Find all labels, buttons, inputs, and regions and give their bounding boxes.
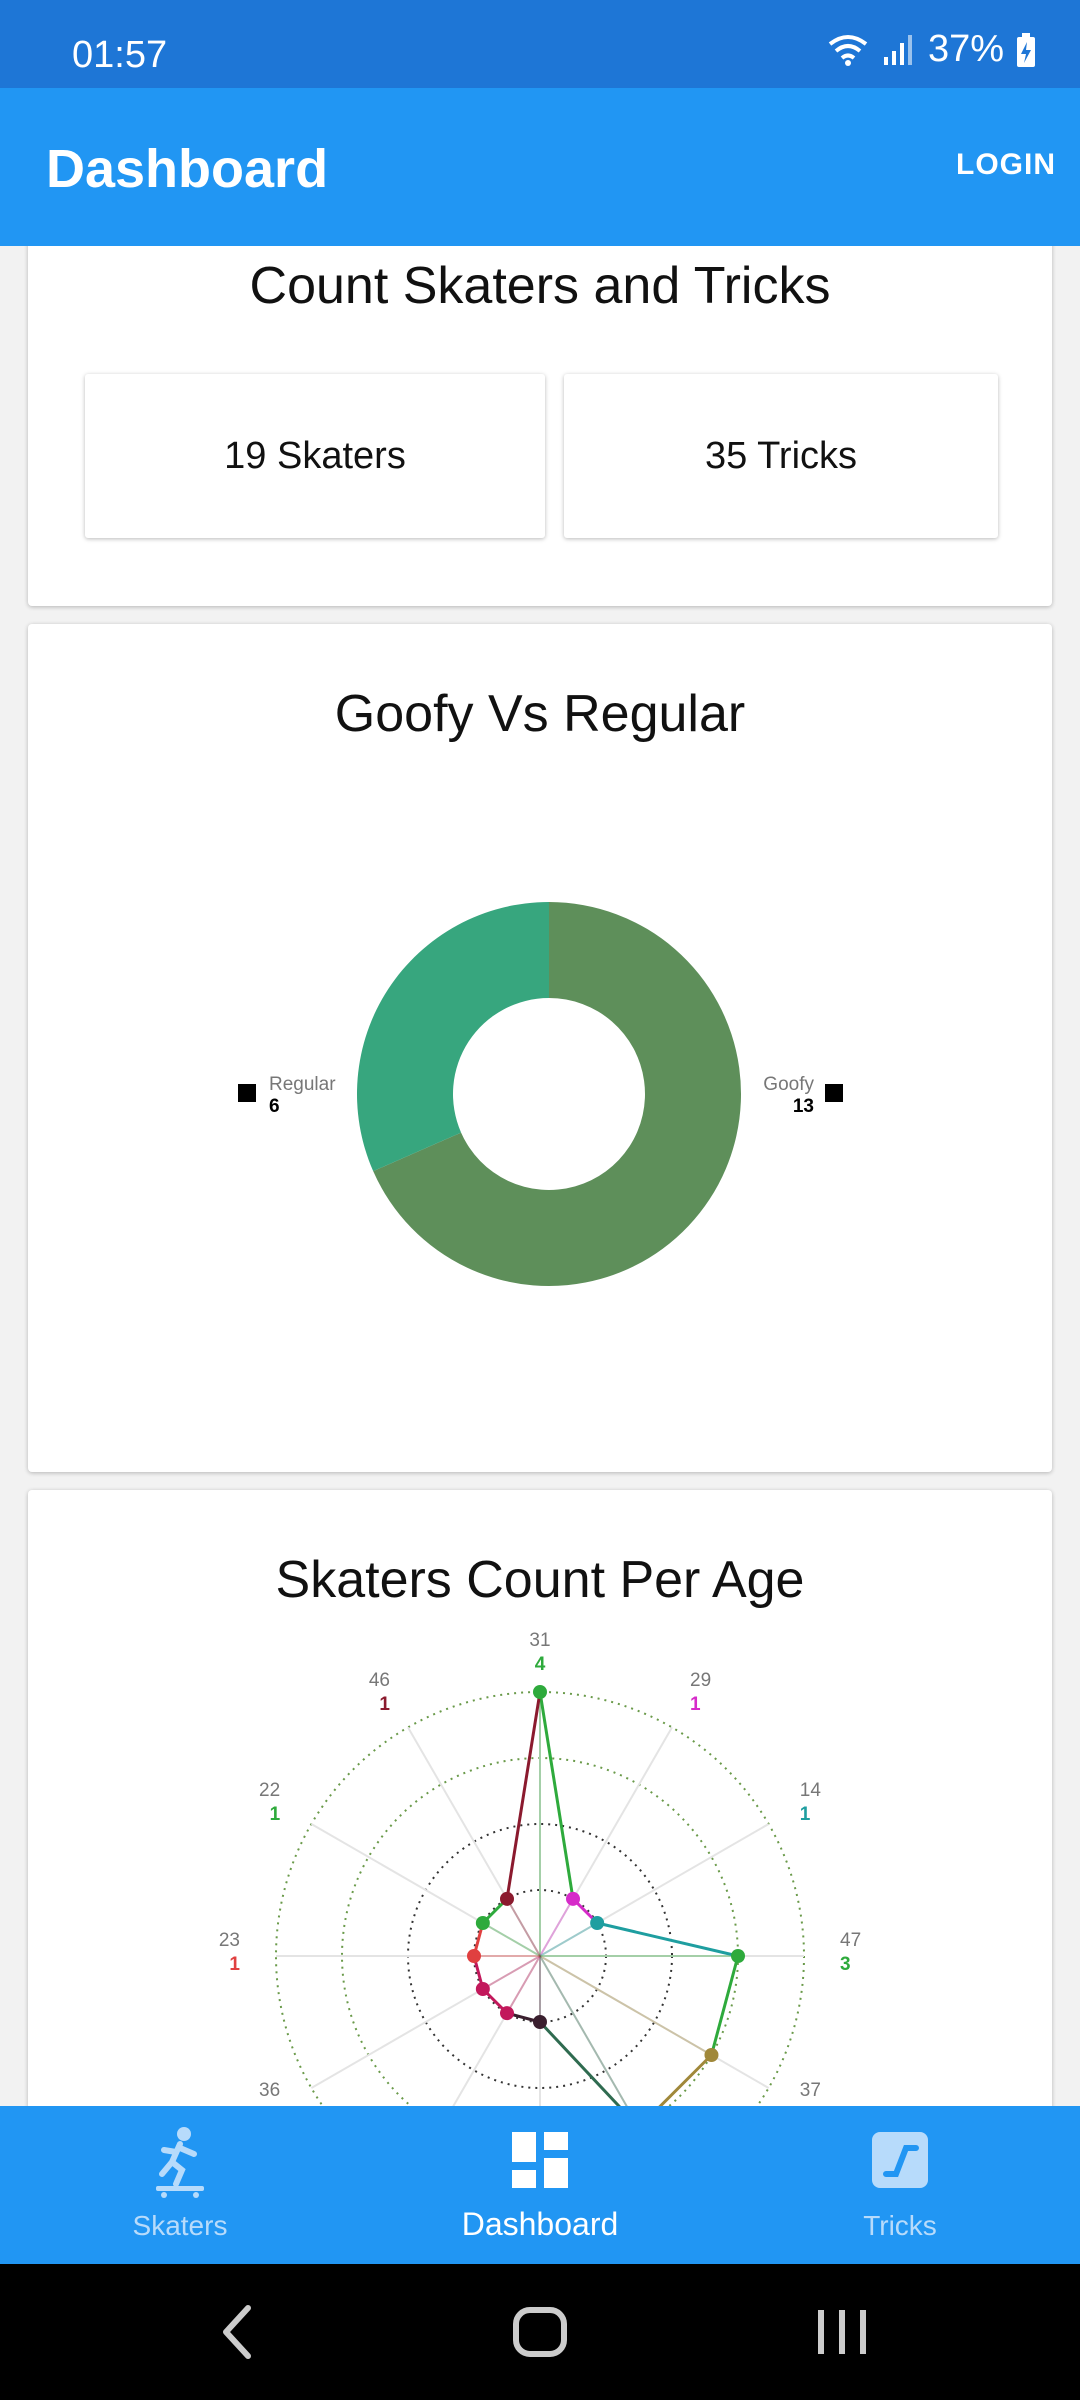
radar-ray bbox=[539, 1955, 712, 2056]
login-button[interactable]: LOGIN bbox=[956, 148, 1056, 182]
radar-age-label: 22 bbox=[259, 1780, 280, 1801]
radar-count-label: 1 bbox=[379, 1694, 390, 1715]
nav-tricks[interactable]: Tricks bbox=[720, 2106, 1080, 2264]
skaters-count-box[interactable]: 19 Skaters bbox=[85, 374, 545, 538]
legend-goofy-value: 13 bbox=[793, 1096, 814, 1117]
system-back-button[interactable] bbox=[138, 2264, 338, 2400]
radar-point-10[interactable] bbox=[475, 1916, 490, 1930]
radar-edge bbox=[538, 1691, 575, 1900]
recents-icon bbox=[818, 2310, 866, 2354]
tricks-count-box[interactable]: 35 Tricks bbox=[564, 374, 998, 538]
dashboard-content[interactable]: Count Skaters and Tricks 19 Skaters 35 T… bbox=[0, 246, 1080, 2106]
system-nav-bar bbox=[0, 2264, 1080, 2400]
radar-ray bbox=[539, 1955, 628, 2106]
radar-point-4[interactable] bbox=[704, 2048, 719, 2062]
goofy-regular-chart: Goofy13 Regular6 bbox=[238, 902, 843, 1286]
back-icon bbox=[223, 2305, 251, 2359]
radar-age-label: 29 bbox=[690, 1670, 711, 1691]
app-bar: Dashboard LOGIN bbox=[0, 88, 1080, 246]
home-icon bbox=[513, 2307, 567, 2357]
radar-point-2[interactable] bbox=[590, 1916, 605, 1930]
radar-edge bbox=[505, 1691, 542, 1900]
goofy-regular-card: Goofy Vs Regular Goofy 13 Regular 6 bbox=[28, 624, 1052, 1472]
skaters-count-label: 19 Skaters bbox=[224, 434, 406, 477]
battery-percent: 37% bbox=[927, 28, 1004, 70]
radar-age-label: 47 bbox=[840, 1930, 861, 1951]
signal-icon bbox=[883, 34, 912, 65]
radar-count-label: 3 bbox=[840, 1954, 851, 1975]
radar-edge bbox=[710, 1955, 740, 2056]
radar-point-6[interactable] bbox=[533, 2015, 547, 2029]
radar-point-3[interactable] bbox=[731, 1949, 745, 1963]
radar-edge bbox=[596, 1921, 739, 1958]
radar-count-label: 1 bbox=[800, 1804, 811, 1825]
skateboarder-icon bbox=[156, 2127, 204, 2198]
tricks-count-label: 35 Tricks bbox=[704, 434, 858, 477]
radar-point-1[interactable] bbox=[566, 1891, 580, 1906]
nav-tricks-label: Tricks bbox=[863, 2210, 937, 2241]
radar-count-label: 1 bbox=[270, 1804, 281, 1825]
radar-point-0[interactable] bbox=[533, 1685, 547, 1699]
count-card: Count Skaters and Tricks 19 Skaters 35 T… bbox=[28, 246, 1052, 606]
battery-charging-icon bbox=[1017, 32, 1035, 67]
status-icons: 37% bbox=[826, 28, 1036, 71]
radar-count-label: 4 bbox=[535, 1654, 546, 1675]
radar-spoke bbox=[452, 1955, 541, 2106]
system-home-button[interactable] bbox=[440, 2264, 640, 2400]
radar-age-label: 14 bbox=[800, 1780, 822, 1801]
radar-point-7[interactable] bbox=[500, 2006, 514, 2021]
radar-age-label: 31 bbox=[529, 1630, 550, 1651]
radar-age-label: 23 bbox=[219, 1930, 240, 1951]
radar-edge bbox=[538, 2020, 621, 2106]
dashboard-icon bbox=[512, 2132, 568, 2188]
page-title: Dashboard bbox=[46, 139, 329, 199]
status-time: 01:57 bbox=[72, 34, 168, 76]
wifi-icon bbox=[828, 34, 868, 66]
radar-point-11[interactable] bbox=[500, 1891, 514, 1906]
radar-point-9[interactable] bbox=[467, 1949, 481, 1963]
radar-age-label: 36 bbox=[259, 2080, 280, 2101]
legend-goofy-label: Goofy bbox=[763, 1074, 814, 1095]
system-recents-button[interactable] bbox=[742, 2264, 942, 2400]
legend-regular-marker bbox=[238, 1084, 256, 1102]
nav-dashboard-label: Dashboard bbox=[461, 2206, 619, 2242]
count-card-title: Count Skaters and Tricks bbox=[249, 257, 831, 315]
legend-regular-value: 6 bbox=[269, 1096, 280, 1117]
radar-count-label: 1 bbox=[690, 1694, 701, 1715]
ramp-icon bbox=[872, 2132, 928, 2188]
donut-slice-regular[interactable] bbox=[356, 902, 549, 1172]
bottom-nav: Skaters Dashboard Tricks bbox=[0, 2106, 1080, 2264]
legend-goofy-marker bbox=[825, 1084, 843, 1102]
radar-point-8[interactable] bbox=[475, 1982, 490, 1996]
radar-spoke bbox=[539, 1955, 628, 2106]
age-card: Skaters Count Per Age 31 4 29 1 14 1 47 3 37 36 23… bbox=[28, 1490, 1052, 2106]
radar-count-label: 1 bbox=[229, 1954, 240, 1975]
status-bar: 01:57 37% bbox=[0, 0, 1080, 88]
radar-edge bbox=[658, 2053, 713, 2106]
radar-age-label: 46 bbox=[369, 1670, 390, 1691]
radar-age-label: 37 bbox=[800, 2080, 821, 2101]
nav-skaters-label: Skaters bbox=[132, 2210, 228, 2241]
nav-dashboard[interactable]: Dashboard bbox=[360, 2106, 720, 2264]
age-radar-chart: 31 4 29 1 14 1 47 3 37 36 23 1 22 1 46 1 bbox=[219, 1630, 861, 2106]
legend-regular-label: Regular bbox=[269, 1074, 336, 1095]
nav-skaters[interactable]: Skaters bbox=[0, 2106, 360, 2264]
